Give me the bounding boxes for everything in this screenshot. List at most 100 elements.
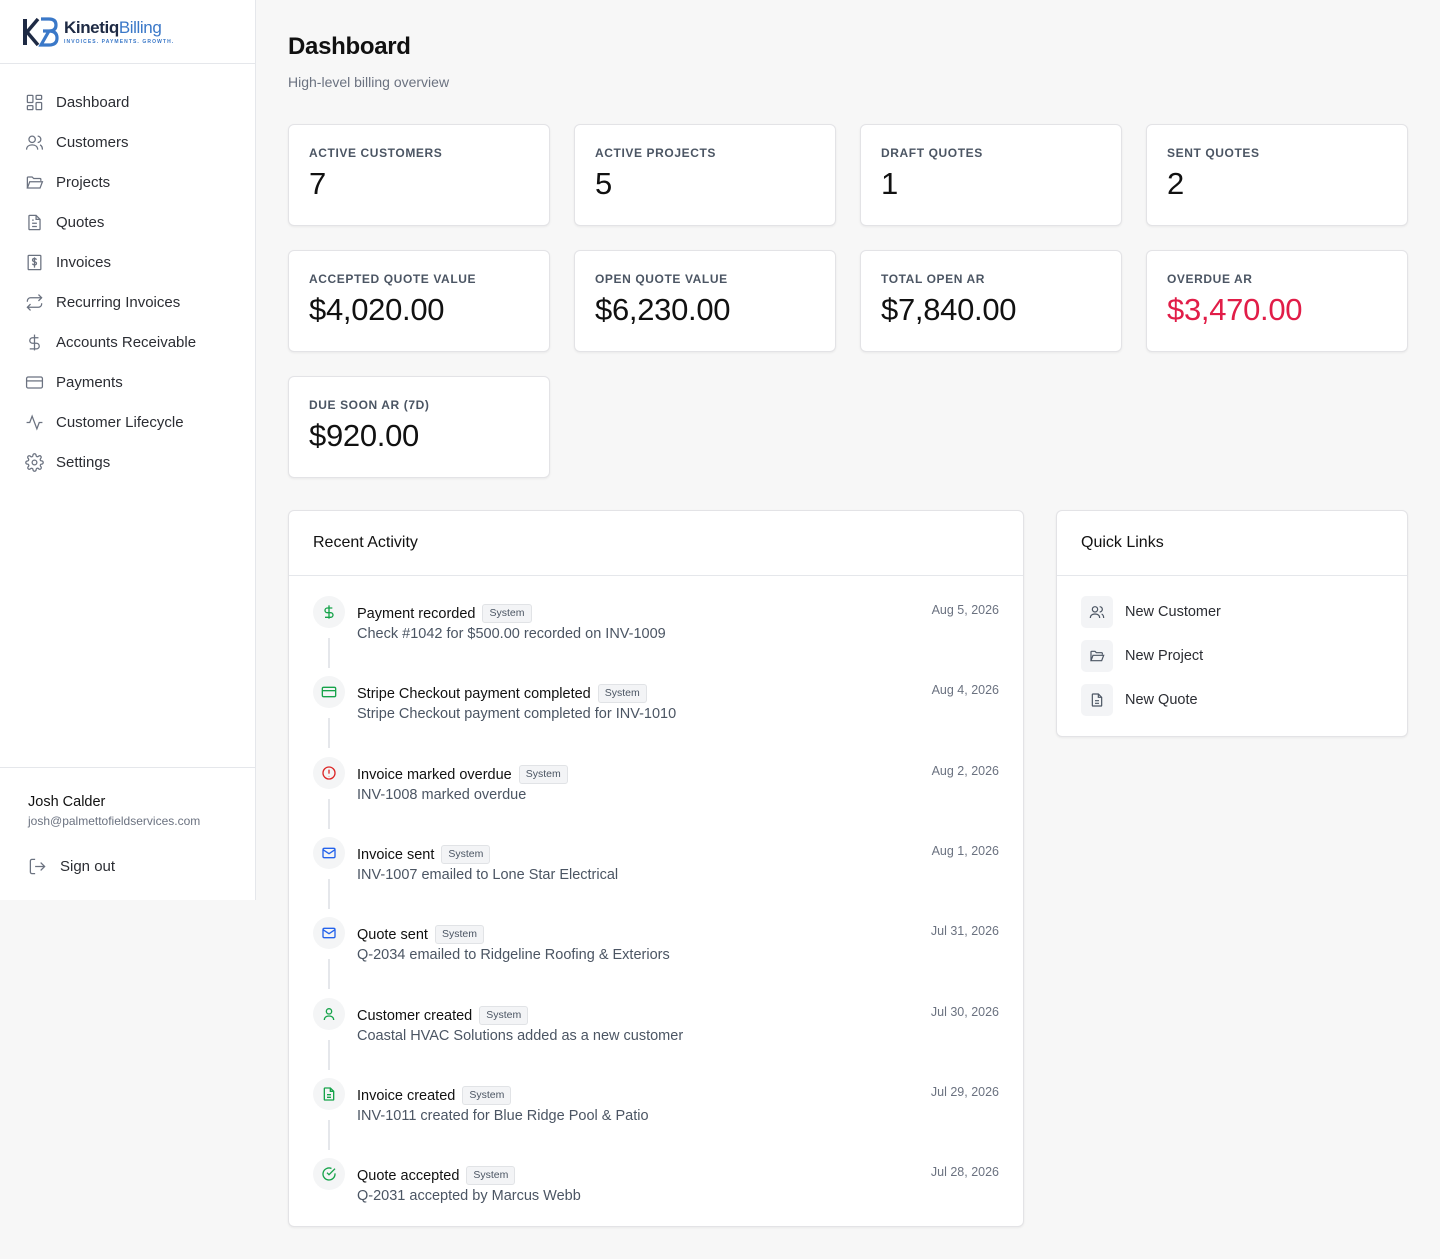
stat-label: ACTIVE PROJECTS <box>595 146 717 160</box>
page-title: Dashboard <box>288 33 411 60</box>
source-badge: System <box>482 604 532 623</box>
user-panel: Josh Calder josh@palmettofieldservices.c… <box>0 767 255 900</box>
dollar-icon <box>24 332 44 352</box>
dollar-icon <box>313 596 345 628</box>
card-title: Quick Links <box>1057 511 1407 576</box>
quick-link-new-customer[interactable]: New Customer <box>1081 595 1221 629</box>
stat-card-sent-quotes: SENT QUOTES 2 <box>1146 124 1408 226</box>
timeline-connector <box>328 879 330 909</box>
sidebar-item-payments[interactable]: Payments <box>0 362 255 402</box>
activity-date: Aug 5, 2026 <box>931 603 999 617</box>
user-email: josh@palmettofieldservices.com <box>28 814 201 828</box>
sidebar-item-label: Customers <box>56 133 129 151</box>
sign-out-label: Sign out <box>60 857 116 875</box>
source-badge: System <box>434 925 484 944</box>
activity-icon <box>24 412 44 432</box>
stat-value: 1 <box>881 166 898 201</box>
sidebar-nav: Dashboard Customers Projects Quotes Invo… <box>0 64 255 482</box>
stat-card-open-quote-value: OPEN QUOTE VALUE $6,230.00 <box>574 250 836 352</box>
timeline-connector <box>328 638 330 668</box>
activity-description: Stripe Checkout payment completed for IN… <box>357 706 677 722</box>
activity-description: INV-1008 marked overdue <box>357 787 527 803</box>
stat-card-due-soon-ar: DUE SOON AR (7D) $920.00 <box>288 376 550 478</box>
sidebar-item-projects[interactable]: Projects <box>0 162 255 202</box>
stat-label: ACTIVE CUSTOMERS <box>309 146 443 160</box>
activity-title: Quote sent <box>357 926 428 943</box>
activity-date: Jul 28, 2026 <box>930 1165 999 1179</box>
stat-label: SENT QUOTES <box>1167 146 1260 160</box>
activity-date: Jul 31, 2026 <box>930 924 999 938</box>
sidebar-item-recurring-invoices[interactable]: Recurring Invoices <box>0 282 255 322</box>
stat-value: $6,230.00 <box>595 292 731 327</box>
activity-description: INV-1007 emailed to Lone Star Electrical <box>357 867 619 883</box>
check-circle-icon <box>313 1158 345 1190</box>
activity-item: Quote sent System Q-2034 emailed to Ridge… <box>313 917 999 997</box>
source-badge: System <box>462 1086 512 1105</box>
repeat-icon <box>24 292 44 312</box>
activity-date: Aug 1, 2026 <box>931 844 999 858</box>
quick-link-label: New Customer <box>1125 604 1221 620</box>
alert-circle-icon <box>313 757 345 789</box>
user-name: Josh Calder <box>28 794 106 810</box>
timeline-connector <box>328 1120 330 1150</box>
gear-icon <box>24 452 44 472</box>
sidebar-item-label: Projects <box>56 173 111 191</box>
sidebar-item-invoices[interactable]: Invoices <box>0 242 255 282</box>
stat-value: $3,470.00 <box>1167 292 1303 327</box>
source-badge: System <box>466 1166 516 1185</box>
stat-card-draft-quotes: DRAFT QUOTES 1 <box>860 124 1122 226</box>
stat-label: TOTAL OPEN AR <box>881 272 986 286</box>
sidebar-item-customer-lifecycle[interactable]: Customer Lifecycle <box>0 402 255 442</box>
activity-date: Jul 29, 2026 <box>930 1085 999 1099</box>
stat-card-overdue-ar: OVERDUE AR $3,470.00 <box>1146 250 1408 352</box>
quick-link-new-quote[interactable]: New Quote <box>1081 683 1198 717</box>
brand-tagline: INVOICES. PAYMENTS. GROWTH. <box>64 38 175 45</box>
activity-title: Invoice sent <box>357 846 435 863</box>
stat-value: $920.00 <box>309 418 419 453</box>
stat-card-active-projects: ACTIVE PROJECTS 5 <box>574 124 836 226</box>
folder-icon <box>1081 640 1113 672</box>
card-title: Recent Activity <box>289 511 1023 576</box>
sidebar-item-label: Dashboard <box>56 93 130 111</box>
stat-value: $4,020.00 <box>309 292 445 327</box>
users-icon <box>1081 596 1113 628</box>
activity-description: INV-1011 created for Blue Ridge Pool & P… <box>357 1108 649 1124</box>
stat-card-total-open-ar: TOTAL OPEN AR $7,840.00 <box>860 250 1122 352</box>
document-icon <box>1081 684 1113 716</box>
activity-description: Q-2031 accepted by Marcus Webb <box>357 1188 581 1204</box>
users-icon <box>24 132 44 152</box>
stat-value: 2 <box>1167 166 1184 201</box>
page-subtitle: High-level billing overview <box>288 74 450 90</box>
activity-item: Stripe Checkout payment completed System … <box>313 676 999 756</box>
logo-icon <box>23 16 59 47</box>
sidebar-item-accounts-receivable[interactable]: Accounts Receivable <box>0 322 255 362</box>
mail-icon <box>313 837 345 869</box>
sidebar-item-quotes[interactable]: Quotes <box>0 202 255 242</box>
stat-value: 7 <box>309 166 326 201</box>
sidebar-item-settings[interactable]: Settings <box>0 442 255 482</box>
sidebar-item-dashboard[interactable]: Dashboard <box>0 82 255 122</box>
quick-link-new-project[interactable]: New Project <box>1081 639 1203 673</box>
source-badge: System <box>518 765 568 784</box>
activity-item: Invoice sent System INV-1007 emailed to L… <box>313 837 999 917</box>
invoice-icon <box>24 252 44 272</box>
sidebar-item-label: Settings <box>56 453 111 471</box>
quick-links-card: Quick Links New Customer New Project New… <box>1056 510 1408 737</box>
folder-icon <box>24 172 44 192</box>
stat-value: 5 <box>595 166 612 201</box>
sidebar-item-label: Payments <box>56 373 123 391</box>
brand-logo[interactable]: KinetiqBilling INVOICES. PAYMENTS. GROWT… <box>0 0 255 64</box>
activity-date: Jul 30, 2026 <box>930 1005 999 1019</box>
sign-out-button[interactable]: Sign out <box>28 856 255 876</box>
sidebar-item-label: Customer Lifecycle <box>56 413 184 431</box>
activity-description: Check #1042 for $500.00 recorded on INV-… <box>357 626 666 642</box>
stat-label: OVERDUE AR <box>1167 272 1253 286</box>
activity-description: Q-2034 emailed to Ridgeline Roofing & Ex… <box>357 947 670 963</box>
sign-out-icon <box>28 856 48 876</box>
sidebar-item-label: Quotes <box>56 213 105 231</box>
credit-card-icon <box>24 372 44 392</box>
timeline-connector <box>328 718 330 748</box>
sidebar-item-label: Invoices <box>56 253 112 271</box>
sidebar-item-customers[interactable]: Customers <box>0 122 255 162</box>
quick-link-label: New Project <box>1125 648 1204 664</box>
